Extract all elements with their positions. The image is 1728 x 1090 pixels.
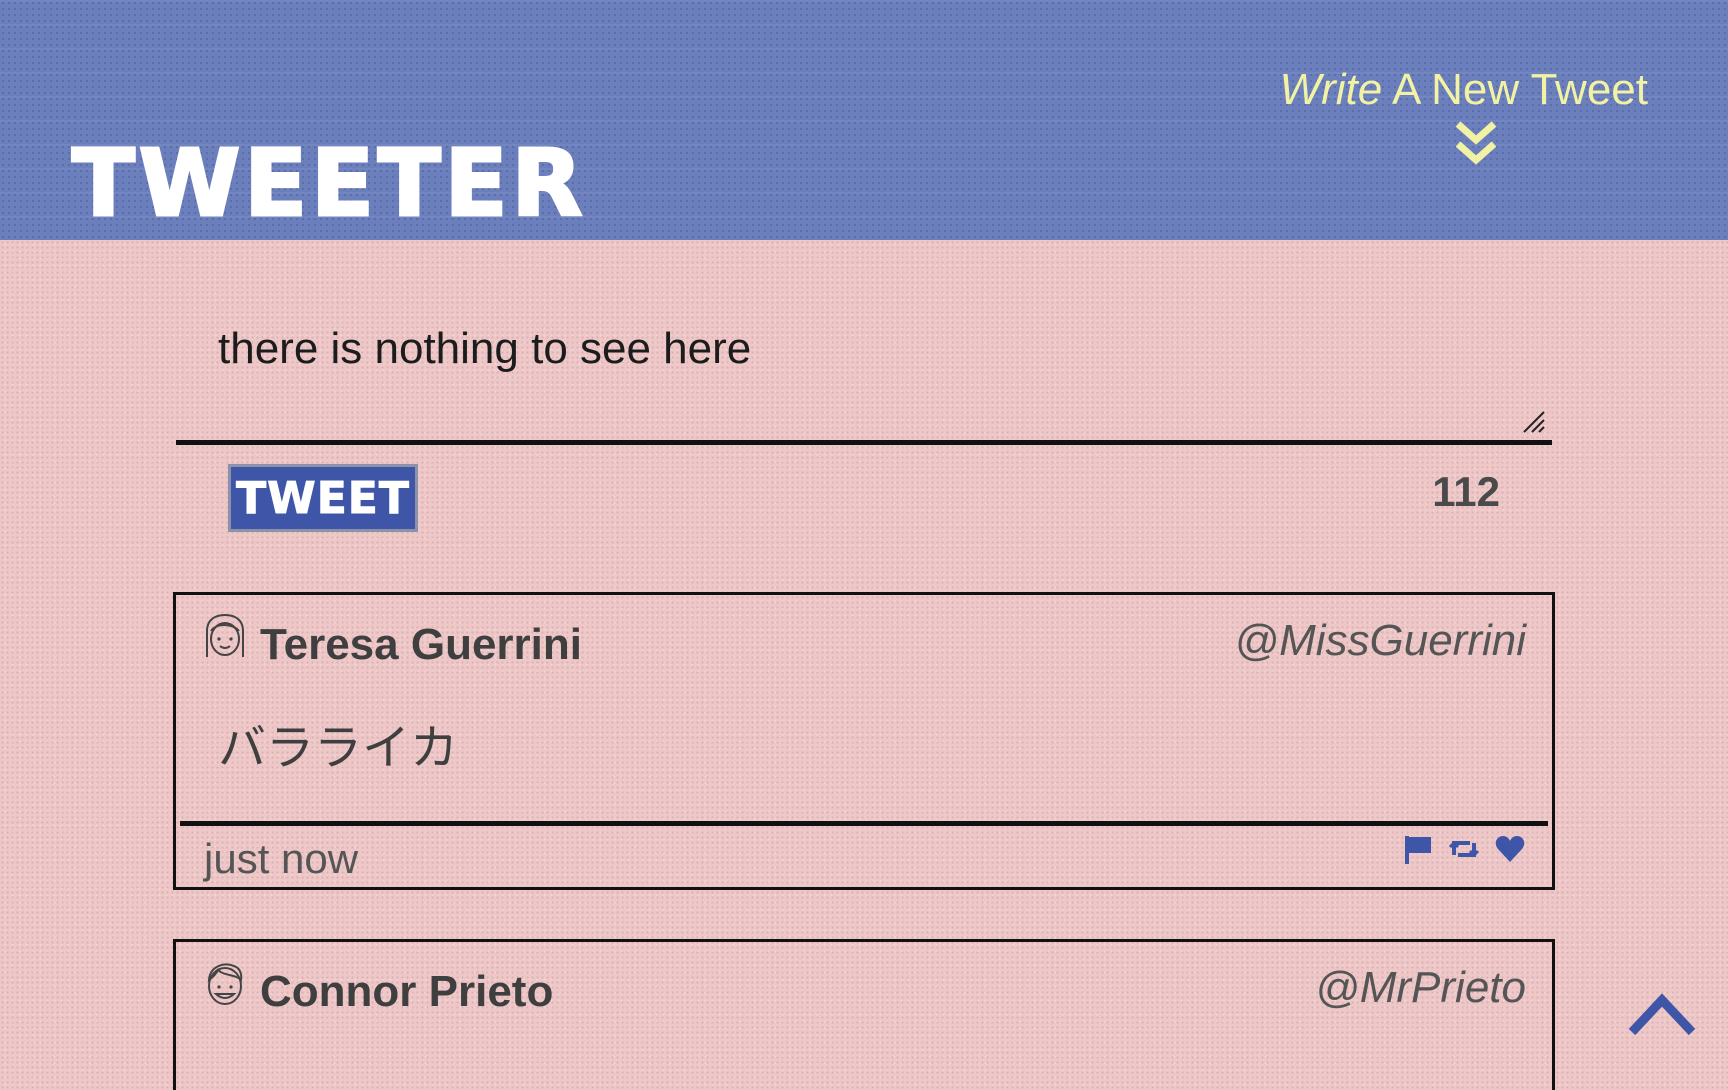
- flag-icon[interactable]: [1402, 833, 1434, 865]
- girl-avatar-icon: [206, 613, 244, 657]
- author-handle: @MissGuerrini: [1234, 616, 1526, 665]
- new-tweet-form: there is nothing to see here: [176, 296, 1552, 446]
- tweet-text-input[interactable]: there is nothing to see here: [176, 296, 1552, 444]
- tweet-card: Teresa Guerrini @MissGuerrini バラライカ just…: [173, 592, 1555, 890]
- chevron-up-icon[interactable]: [1626, 990, 1698, 1038]
- compose-divider: [176, 440, 1552, 445]
- author-handle: @MrPrieto: [1315, 963, 1526, 1012]
- character-counter: 112: [1432, 468, 1500, 515]
- tweet-submit-button[interactable]: Tweet: [228, 464, 418, 532]
- retweet-icon[interactable]: [1448, 833, 1480, 865]
- write-new-tweet-toggle[interactable]: Write A New Tweet: [1228, 62, 1648, 170]
- brand-title: Tweeter: [70, 130, 587, 237]
- top-nav: Tweeter Write A New Tweet: [0, 0, 1728, 240]
- boy-avatar-icon: [207, 963, 243, 1005]
- tweet-divider: [180, 821, 1548, 826]
- tweet-actions: [1402, 833, 1526, 865]
- write-new-tweet-label[interactable]: Write A New Tweet: [1228, 62, 1648, 118]
- tweet-content: バラライカ: [218, 722, 459, 775]
- tweet-card: Connor Prieto @MrPrieto: [173, 939, 1555, 1090]
- author-name: Teresa Guerrini: [260, 620, 582, 669]
- resize-grip-icon[interactable]: [1520, 408, 1546, 434]
- heart-icon[interactable]: [1494, 833, 1526, 865]
- tweet-timestamp: just now: [204, 835, 359, 882]
- a-new-tweet-text: A New Tweet: [1382, 65, 1648, 114]
- write-word: Write: [1279, 65, 1383, 114]
- author-name: Connor Prieto: [260, 967, 554, 1016]
- double-chevron-down-icon[interactable]: [1452, 118, 1500, 170]
